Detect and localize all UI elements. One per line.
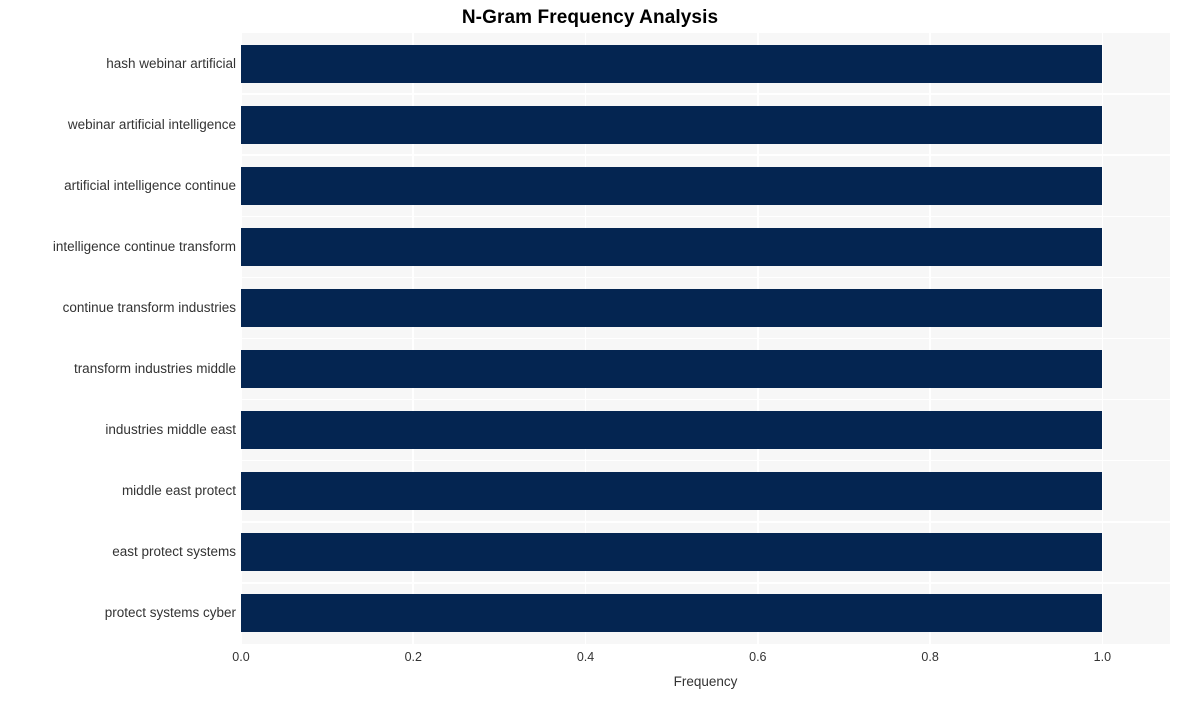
bar xyxy=(241,472,1103,511)
y-axis-tick-label: hash webinar artificial xyxy=(106,55,236,71)
gridline-horizontal xyxy=(241,398,1170,401)
gridline-horizontal xyxy=(241,582,1170,584)
bar xyxy=(241,288,1103,327)
x-axis-tick-label: 0.6 xyxy=(749,650,767,664)
gridline-horizontal xyxy=(241,215,1170,218)
y-axis-tick-label: industries middle east xyxy=(105,422,236,438)
x-axis-tick-label: 0.2 xyxy=(404,650,422,664)
y-axis-tick-label: protect systems cyber xyxy=(104,605,236,621)
bar xyxy=(241,350,1103,389)
gridline-horizontal xyxy=(241,521,1170,523)
bar xyxy=(241,411,1103,450)
x-axis-tick-label: 1.0 xyxy=(1093,650,1112,664)
x-axis-tick-label: 0.0 xyxy=(232,650,250,664)
gridline-horizontal xyxy=(241,154,1170,156)
y-axis-tick-label: middle east protect xyxy=(121,483,236,499)
x-axis-title: Frequency xyxy=(673,674,738,689)
gridline-horizontal xyxy=(241,337,1170,340)
y-axis-tick-label: transform industries middle xyxy=(73,361,236,377)
bar xyxy=(241,166,1103,205)
gridline-horizontal xyxy=(241,276,1170,279)
y-axis-tick-label: continue transform industries xyxy=(62,299,236,315)
bar xyxy=(241,594,1103,633)
chart-figure: N-Gram Frequency Analysis hash webinar a… xyxy=(0,0,1180,701)
y-axis-tick-label: artificial intelligence continue xyxy=(64,177,236,193)
y-axis-tick-label: intelligence continue transform xyxy=(52,238,236,254)
y-axis-tick-label: webinar artificial intelligence xyxy=(67,116,236,132)
y-axis-tick-label: east protect systems xyxy=(112,544,236,560)
bar xyxy=(241,105,1103,144)
bar xyxy=(241,227,1103,266)
x-axis-tick-label: 0.8 xyxy=(921,650,939,664)
bar xyxy=(241,533,1103,572)
plot-area xyxy=(241,33,1170,644)
chart-title: N-Gram Frequency Analysis xyxy=(461,7,719,28)
gridline-horizontal xyxy=(241,459,1170,462)
x-axis-tick-label: 0.4 xyxy=(576,650,595,664)
gridline-horizontal xyxy=(241,93,1170,95)
bar xyxy=(241,44,1103,83)
